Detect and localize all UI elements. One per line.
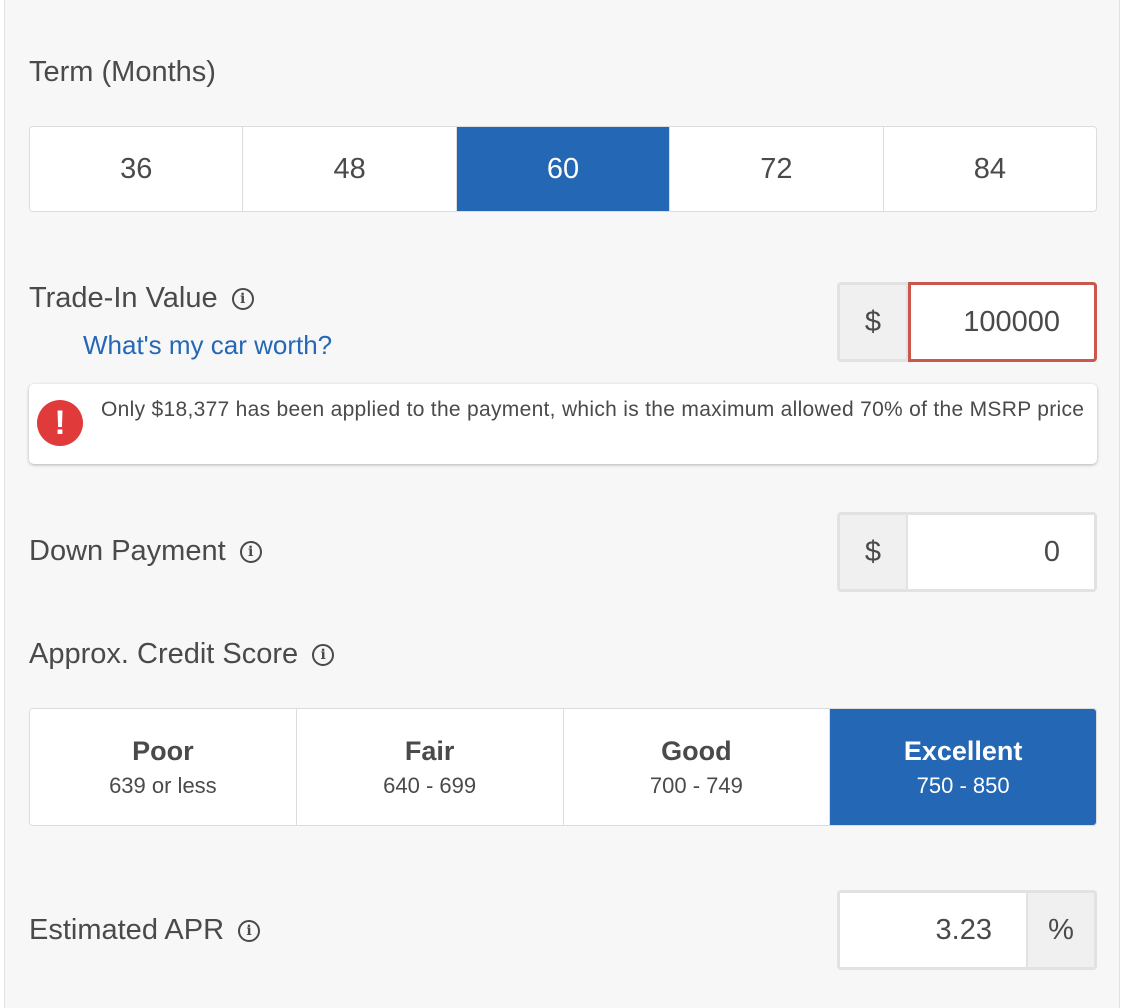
currency-addon: $ [840, 285, 908, 359]
term-option-48[interactable]: 48 [243, 127, 457, 211]
term-option-60[interactable]: 60 [456, 127, 671, 211]
trade-in-input-group: $ 100000 [837, 282, 1097, 362]
credit-score-selector: Poor 639 or less Fair 640 - 699 Good 700… [29, 708, 1097, 826]
info-icon[interactable]: i [231, 287, 254, 310]
car-worth-link[interactable]: What's my car worth? [83, 330, 332, 361]
credit-option-fair[interactable]: Fair 640 - 699 [296, 709, 564, 825]
credit-score-label: Approx. Credit Score i [29, 638, 335, 671]
trade-in-value-field[interactable]: 100000 [908, 282, 1097, 362]
trade-in-alert: ! Only $18,377 has been applied to the p… [29, 384, 1097, 464]
apr-input-group: 3.23 % [837, 890, 1097, 970]
term-option-36[interactable]: 36 [30, 127, 244, 211]
apr-field[interactable]: 3.23 [840, 893, 1026, 967]
currency-addon: $ [840, 515, 908, 589]
trade-in-label: Trade-In Value i [29, 282, 254, 315]
term-label: Term (Months) [29, 56, 216, 88]
term-option-84[interactable]: 84 [883, 127, 1096, 211]
credit-option-good[interactable]: Good 700 - 749 [563, 709, 831, 825]
loan-calculator-panel: Term (Months) 36 48 60 72 84 Trade-In Va… [4, 0, 1120, 1008]
apr-label: Estimated APR i [29, 914, 261, 947]
credit-option-poor[interactable]: Poor 639 or less [30, 709, 297, 825]
down-payment-label: Down Payment i [29, 535, 262, 568]
info-icon[interactable]: i [239, 540, 262, 563]
error-icon: ! [37, 400, 83, 446]
alert-message: Only $18,377 has been applied to the pay… [101, 398, 1085, 421]
down-payment-field[interactable]: 0 [908, 515, 1094, 589]
term-selector: 36 48 60 72 84 [29, 126, 1097, 212]
term-option-72[interactable]: 72 [670, 127, 884, 211]
credit-option-excellent[interactable]: Excellent 750 - 850 [830, 709, 1096, 825]
info-icon[interactable]: i [312, 643, 335, 666]
percent-addon: % [1026, 893, 1094, 967]
info-icon[interactable]: i [238, 919, 261, 942]
down-payment-input-group: $ 0 [837, 512, 1097, 592]
